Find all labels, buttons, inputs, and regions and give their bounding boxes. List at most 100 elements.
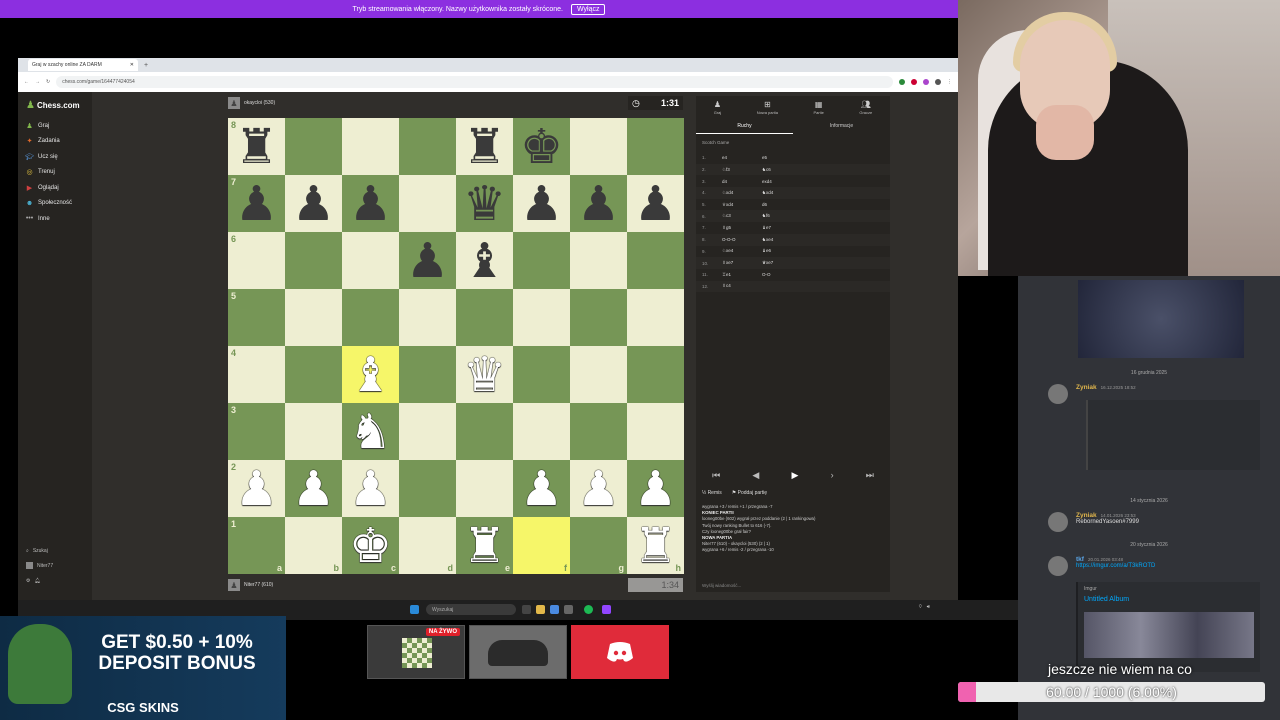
square-f6[interactable] <box>513 232 570 289</box>
black-pawn-icon[interactable]: ♟ <box>292 180 335 228</box>
wifi-icon[interactable]: ⌔ <box>918 604 923 610</box>
square-a5[interactable]: 5 <box>228 289 285 346</box>
sidebar-item-6[interactable]: ••• Inne <box>26 215 50 222</box>
square-g7[interactable]: ♟ <box>570 175 627 232</box>
sidebar-item-1[interactable]: ✦ Zadania <box>26 138 60 145</box>
back-icon[interactable]: ← <box>24 79 29 85</box>
browser-tab[interactable]: Graj w szachy online ZA DARM ✕ <box>28 59 138 71</box>
sidebar-item-3[interactable]: ◎ Trenuj <box>26 169 54 176</box>
forward-icon[interactable]: → <box>35 79 40 85</box>
profile-icon[interactable] <box>935 79 941 85</box>
square-c1[interactable]: ♚ c <box>342 517 399 574</box>
extension-icon[interactable] <box>923 79 929 85</box>
tab-players[interactable]: 👥︎ Gracze <box>859 100 872 115</box>
white-pawn-icon[interactable]: ♟ <box>520 465 563 513</box>
black-pawn-icon[interactable]: ♟ <box>520 180 563 228</box>
black-bishop-icon[interactable]: ♝ <box>463 237 506 285</box>
white-bishop-icon[interactable]: ♝ <box>349 351 392 399</box>
square-h1[interactable]: ♜ h <box>627 517 684 574</box>
spotify-icon[interactable] <box>584 605 593 614</box>
bell-icon[interactable]: 🔔︎ <box>34 578 40 584</box>
tab-moves[interactable]: Ruchy <box>696 120 793 134</box>
square-e7[interactable]: ♛ <box>456 175 513 232</box>
square-f4[interactable] <box>513 346 570 403</box>
app-icon[interactable] <box>564 605 573 614</box>
square-f3[interactable] <box>513 403 570 460</box>
square-f2[interactable]: ♟ <box>513 460 570 517</box>
square-d6[interactable]: ♟ <box>399 232 456 289</box>
black-pawn-icon[interactable]: ♟ <box>406 237 449 285</box>
top-player-name[interactable]: okaycloi (530) <box>244 100 275 106</box>
settings-icon[interactable]: ⚙ <box>26 578 30 584</box>
discord-image[interactable] <box>1078 280 1244 358</box>
volume-icon[interactable]: 🔊︎ <box>927 604 930 610</box>
square-b6[interactable] <box>285 232 342 289</box>
black-move[interactable]: O-O <box>762 272 802 277</box>
tab-info[interactable]: Informacje <box>793 120 890 134</box>
next-move-icon[interactable]: › <box>831 470 834 480</box>
tab-new-game[interactable]: ⊞ Nowa partia <box>757 100 778 115</box>
square-a2[interactable]: ♟ 2 <box>228 460 285 517</box>
square-c2[interactable]: ♟ <box>342 460 399 517</box>
new-tab-icon[interactable]: + <box>144 62 148 69</box>
square-g6[interactable] <box>570 232 627 289</box>
square-h6[interactable] <box>627 232 684 289</box>
reload-icon[interactable]: ↻ <box>46 79 50 85</box>
square-h5[interactable] <box>627 289 684 346</box>
white-pawn-icon[interactable]: ♟ <box>235 465 278 513</box>
white-move[interactable]: e4 <box>722 155 762 160</box>
avatar[interactable]: ♟ <box>228 97 240 109</box>
sidebar-search[interactable]: ⌕ Szukaj <box>26 548 48 554</box>
square-h4[interactable] <box>627 346 684 403</box>
message-author[interactable]: Zyniak <box>1076 384 1097 391</box>
first-move-icon[interactable]: ⏮ <box>712 470 720 481</box>
square-g3[interactable] <box>570 403 627 460</box>
square-d8[interactable] <box>399 118 456 175</box>
tab-play[interactable]: ♟ Graj <box>714 100 722 115</box>
folder-icon[interactable] <box>536 605 545 614</box>
avatar[interactable] <box>1048 384 1068 404</box>
chesscom-logo[interactable]: ♟ Chess.com <box>26 100 80 111</box>
twitch-icon[interactable] <box>602 605 611 614</box>
message-author[interactable]: Zyniak <box>1076 512 1097 519</box>
black-rook-icon[interactable]: ♜ <box>235 123 278 171</box>
embed-title[interactable]: Untitled Album <box>1084 596 1129 603</box>
square-a4[interactable]: 4 <box>228 346 285 403</box>
square-b8[interactable] <box>285 118 342 175</box>
white-move[interactable]: ♖e1 <box>722 272 762 278</box>
url-field[interactable]: chess.com/game/164477424054 <box>56 76 893 88</box>
square-b3[interactable] <box>285 403 342 460</box>
square-e1[interactable]: ♜ e <box>456 517 513 574</box>
square-c4[interactable]: ♝ <box>342 346 399 403</box>
black-move[interactable]: ♞xe4 <box>762 237 802 243</box>
black-move[interactable]: ♝e6 <box>762 248 802 254</box>
square-h3[interactable] <box>627 403 684 460</box>
task-view-icon[interactable] <box>522 605 531 614</box>
black-move[interactable]: d6 <box>762 202 802 207</box>
avatar[interactable] <box>1048 556 1068 576</box>
white-knight-icon[interactable]: ♞ <box>349 408 392 456</box>
square-a1[interactable]: 1a <box>228 517 285 574</box>
square-g4[interactable] <box>570 346 627 403</box>
square-e6[interactable]: ♝ <box>456 232 513 289</box>
square-d5[interactable] <box>399 289 456 346</box>
black-pawn-icon[interactable]: ♟ <box>577 180 620 228</box>
square-d7[interactable] <box>399 175 456 232</box>
chrome-icon[interactable] <box>550 605 559 614</box>
black-pawn-icon[interactable]: ♟ <box>235 180 278 228</box>
square-e3[interactable] <box>456 403 513 460</box>
square-b5[interactable] <box>285 289 342 346</box>
tab-games[interactable]: ▦ Partie <box>813 100 823 115</box>
square-f7[interactable]: ♟ <box>513 175 570 232</box>
white-move[interactable]: ♗xe7 <box>722 260 762 266</box>
square-b4[interactable] <box>285 346 342 403</box>
avatar[interactable]: ♟ <box>228 579 240 591</box>
draw-button[interactable]: ½ Remis <box>702 490 722 496</box>
sidebar-item-0[interactable]: ♟ Graj <box>26 122 49 130</box>
message-author[interactable]: tkf <box>1076 556 1084 563</box>
square-h8[interactable] <box>627 118 684 175</box>
taskbar-search[interactable]: Wyszukaj <box>426 604 516 615</box>
black-move[interactable]: e5 <box>762 155 802 160</box>
square-e5[interactable] <box>456 289 513 346</box>
square-b1[interactable]: b <box>285 517 342 574</box>
